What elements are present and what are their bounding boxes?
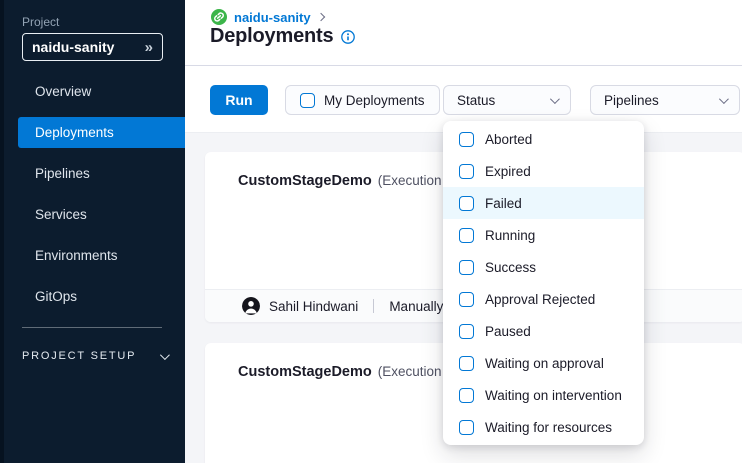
page-title: Deployments [210,25,333,48]
double-chevron-right-icon[interactable]: » [145,40,162,55]
option-checkbox[interactable] [459,388,474,403]
project-setup-toggle[interactable]: PROJECT SETUP [22,350,167,362]
my-deployments-checkbox[interactable] [300,93,315,108]
sidebar-item-label: Pipelines [35,166,90,181]
status-option-success[interactable]: Success [443,251,644,283]
page-header: naidu-sanity Deployments [185,0,742,66]
chevron-down-icon [719,94,729,104]
module-rail [0,0,4,463]
sidebar-item-label: Environments [35,248,118,263]
chevron-down-icon [550,94,560,104]
title-row: Deployments [210,25,355,48]
project-input[interactable] [23,39,145,55]
option-checkbox[interactable] [459,292,474,307]
info-icon[interactable] [341,30,355,44]
option-checkbox[interactable] [459,420,474,435]
sidebar-item-label: Overview [35,84,91,99]
status-option-waiting-for-resources[interactable]: Waiting for resources [443,411,644,443]
sidebar-item-overview[interactable]: Overview [18,76,185,107]
sidebar-item-label: GitOps [35,289,77,304]
chevron-down-icon [160,350,170,360]
project-label: Project [22,15,59,29]
pipeline-name: CustomStageDemo [238,173,372,189]
deployment-title-row: CustomStageDemo (Execution Id [238,173,457,189]
status-option-failed[interactable]: Failed [443,187,644,219]
deployment-title-row: CustomStageDemo (Execution Id [238,364,457,380]
sidebar: Project » Overview Deployments Pipelines… [0,0,185,463]
main-area: naidu-sanity Deployments Run My Deployme… [185,0,742,463]
option-checkbox[interactable] [459,356,474,371]
option-checkbox[interactable] [459,196,474,211]
sidebar-item-environments[interactable]: Environments [18,240,185,271]
project-setup-label: PROJECT SETUP [22,350,136,362]
option-checkbox[interactable] [459,324,474,339]
sidebar-item-label: Deployments [35,125,114,140]
sidebar-item-services[interactable]: Services [18,199,185,230]
sidebar-item-label: Services [35,207,87,222]
app-root: Project » Overview Deployments Pipelines… [0,0,742,463]
pipelines-filter-label: Pipelines [604,93,659,108]
breadcrumb-project-link[interactable]: naidu-sanity [234,10,311,25]
sidebar-divider [22,327,162,328]
status-option-waiting-on-intervention[interactable]: Waiting on intervention [443,379,644,411]
triggered-by-user: Sahil Hindwani [269,299,358,314]
option-checkbox[interactable] [459,164,474,179]
breadcrumb: naidu-sanity [211,9,324,25]
sidebar-nav: Overview Deployments Pipelines Services … [18,76,185,322]
my-deployments-label: My Deployments [324,93,425,108]
status-filter-dropdown[interactable]: Status [443,85,571,115]
sidebar-item-gitops[interactable]: GitOps [18,281,185,312]
option-checkbox[interactable] [459,228,474,243]
status-filter-label: Status [457,93,495,108]
footer-separator [373,299,374,313]
status-option-waiting-on-approval[interactable]: Waiting on approval [443,347,644,379]
pipelines-filter-dropdown[interactable]: Pipelines [590,85,740,115]
status-option-paused[interactable]: Paused [443,315,644,347]
status-option-running[interactable]: Running [443,219,644,251]
status-dropdown-menu: Aborted Expired Failed Running Success A… [443,121,644,445]
pipeline-name: CustomStageDemo [238,364,372,380]
cd-module-icon [211,9,227,25]
option-checkbox[interactable] [459,132,474,147]
my-deployments-filter[interactable]: My Deployments [285,85,440,115]
sidebar-item-deployments[interactable]: Deployments [18,117,185,148]
status-option-expired[interactable]: Expired [443,155,644,187]
trigger-type: Manually [389,299,443,314]
project-selector[interactable]: » [22,33,163,61]
status-option-aborted[interactable]: Aborted [443,123,644,155]
sidebar-item-pipelines[interactable]: Pipelines [18,158,185,189]
status-option-approval-rejected[interactable]: Approval Rejected [443,283,644,315]
run-button[interactable]: Run [210,85,268,115]
option-checkbox[interactable] [459,260,474,275]
user-avatar-icon [242,297,260,315]
chevron-right-icon [316,13,324,21]
